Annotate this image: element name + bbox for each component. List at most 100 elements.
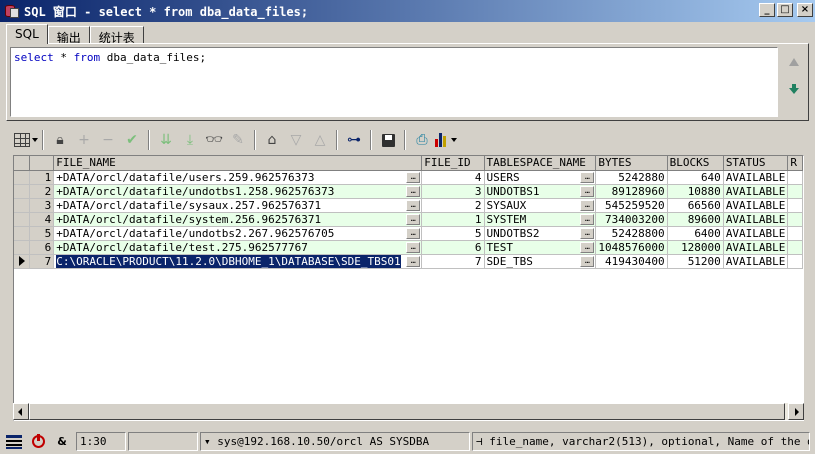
cell-bytes[interactable]: 545259520 bbox=[595, 198, 668, 213]
cell-file-id[interactable]: 6 bbox=[421, 240, 485, 255]
cell-tablespace-name[interactable]: SYSAUX… bbox=[484, 198, 597, 213]
output-toggle-button[interactable] bbox=[4, 432, 24, 452]
minimize-button[interactable]: _ bbox=[759, 3, 775, 17]
column-header-blocks[interactable]: BLOCKS bbox=[667, 156, 724, 171]
maximize-button[interactable]: □ bbox=[777, 3, 793, 17]
cell-editor-button[interactable]: … bbox=[580, 227, 595, 239]
scroll-left-button[interactable] bbox=[13, 403, 29, 420]
cell-editor-button[interactable]: … bbox=[406, 171, 421, 183]
row-indicator[interactable] bbox=[14, 212, 31, 227]
cell-r[interactable] bbox=[787, 212, 803, 227]
cell-editor-button[interactable]: … bbox=[406, 199, 421, 211]
close-button[interactable]: × bbox=[797, 3, 813, 17]
row-indicator[interactable] bbox=[14, 170, 31, 185]
row-indicator[interactable] bbox=[14, 226, 31, 241]
tab-sql[interactable]: SQL bbox=[6, 24, 48, 44]
table-row[interactable]: 2 +DATA/orcl/datafile/undotbs1.258.962576… bbox=[14, 184, 803, 199]
grid-view-button[interactable] bbox=[14, 128, 38, 152]
column-header-file-name[interactable]: FILE_NAME bbox=[53, 156, 423, 171]
previous-history-icon[interactable] bbox=[789, 58, 799, 66]
cell-r[interactable] bbox=[787, 198, 803, 213]
tab-output[interactable]: 输出 bbox=[47, 26, 90, 45]
cell-r[interactable] bbox=[787, 170, 803, 185]
cell-file-name[interactable]: +DATA/orcl/datafile/test.275.962577767… bbox=[53, 240, 423, 255]
column-header-r[interactable]: R bbox=[787, 156, 803, 171]
fetch-last-button[interactable]: ⤓ bbox=[178, 128, 202, 152]
tab-statistics[interactable]: 统计表 bbox=[89, 26, 144, 45]
export-button[interactable] bbox=[376, 128, 400, 152]
cell-file-name[interactable]: +DATA/orcl/datafile/system.256.962576371… bbox=[53, 212, 423, 227]
cell-file-name[interactable]: +DATA/orcl/datafile/undotbs1.258.9625763… bbox=[53, 184, 423, 199]
cell-tablespace-name[interactable]: SYSTEM… bbox=[484, 212, 597, 227]
cell-file-id[interactable]: 3 bbox=[421, 184, 485, 199]
cell-r[interactable] bbox=[787, 184, 803, 199]
cell-editor-button[interactable]: … bbox=[580, 213, 595, 225]
clear-button[interactable]: ✎ bbox=[226, 128, 250, 152]
cell-bytes[interactable]: 734003200 bbox=[595, 212, 668, 227]
chart-button[interactable] bbox=[434, 128, 458, 152]
table-row[interactable]: 6 +DATA/orcl/datafile/test.275.962577767…… bbox=[14, 240, 803, 255]
column-header-tablespace-name[interactable]: TABLESPACE_NAME bbox=[484, 156, 597, 171]
cell-status[interactable]: AVAILABLE bbox=[723, 226, 789, 241]
cell-editor-button[interactable]: … bbox=[580, 185, 595, 197]
delete-record-button[interactable]: − bbox=[96, 128, 120, 152]
cell-blocks[interactable]: 640 bbox=[667, 170, 724, 185]
fetch-next-button[interactable]: ⇊ bbox=[154, 128, 178, 152]
post-changes-button[interactable]: ✔ bbox=[120, 128, 144, 152]
column-header-bytes[interactable]: BYTES bbox=[595, 156, 668, 171]
cell-editor-button[interactable]: … bbox=[406, 227, 421, 239]
cell-r[interactable] bbox=[787, 254, 803, 269]
cell-tablespace-name[interactable]: UNDOTBS2… bbox=[484, 226, 597, 241]
cell-status[interactable]: AVAILABLE bbox=[723, 170, 789, 185]
row-indicator[interactable] bbox=[14, 254, 31, 269]
print-button[interactable]: ⎙ bbox=[410, 128, 434, 152]
cell-file-name[interactable]: +DATA/orcl/datafile/users.259.962576373… bbox=[53, 170, 423, 185]
cell-file-id[interactable]: 7 bbox=[421, 254, 485, 269]
substitution-indicator[interactable]: & bbox=[52, 432, 72, 452]
table-row[interactable]: 1 +DATA/orcl/datafile/users.259.962576373… bbox=[14, 170, 803, 185]
cell-editor-button[interactable]: … bbox=[580, 241, 595, 253]
cell-file-id[interactable]: 5 bbox=[421, 226, 485, 241]
cell-editor-button[interactable]: … bbox=[580, 199, 595, 211]
find-button[interactable]: 👓︎ bbox=[202, 128, 226, 152]
cell-editor-button[interactable]: … bbox=[406, 255, 421, 267]
sql-editor[interactable]: select * from dba_data_files; bbox=[10, 47, 778, 117]
cell-blocks[interactable]: 10880 bbox=[667, 184, 724, 199]
column-header-file-id[interactable]: FILE_ID bbox=[421, 156, 485, 171]
scroll-right-button[interactable] bbox=[788, 403, 804, 420]
cell-editor-button[interactable]: … bbox=[406, 213, 421, 225]
cell-tablespace-name[interactable]: SDE_TBS… bbox=[484, 254, 597, 269]
cell-blocks[interactable]: 51200 bbox=[667, 254, 724, 269]
break-button[interactable] bbox=[28, 432, 48, 452]
cell-editor-button[interactable]: … bbox=[580, 255, 595, 267]
cell-tablespace-name[interactable]: USERS… bbox=[484, 170, 597, 185]
table-row[interactable]: 4 +DATA/orcl/datafile/system.256.96257637… bbox=[14, 212, 803, 227]
lock-button[interactable]: 🔒︎ bbox=[48, 128, 72, 152]
row-indicator[interactable] bbox=[14, 198, 31, 213]
cell-file-id[interactable]: 4 bbox=[421, 170, 485, 185]
cell-status[interactable]: AVAILABLE bbox=[723, 240, 789, 255]
cell-bytes[interactable]: 89128960 bbox=[595, 184, 668, 199]
table-row[interactable]: 7 C:\ORACLE\PRODUCT\11.2.0\DBHOME_1\DATAB… bbox=[14, 254, 803, 269]
title-bar[interactable]: SQL 窗口 - select * from dba_data_files; _… bbox=[0, 0, 815, 22]
cell-bytes[interactable]: 1048576000 bbox=[595, 240, 668, 255]
cell-status[interactable]: AVAILABLE bbox=[723, 212, 789, 227]
cell-editor-button[interactable]: … bbox=[580, 171, 595, 183]
cell-editor-button[interactable]: … bbox=[406, 185, 421, 197]
cell-blocks[interactable]: 66560 bbox=[667, 198, 724, 213]
row-indicator[interactable] bbox=[14, 184, 31, 199]
cell-editor-button[interactable]: … bbox=[406, 241, 421, 253]
column-header-status[interactable]: STATUS bbox=[723, 156, 789, 171]
next-record-button[interactable]: △ bbox=[308, 128, 332, 152]
cell-file-name[interactable]: +DATA/orcl/datafile/sysaux.257.962576371… bbox=[53, 198, 423, 213]
table-row[interactable]: 5 +DATA/orcl/datafile/undotbs2.267.962576… bbox=[14, 226, 803, 241]
horizontal-scrollbar[interactable] bbox=[13, 403, 804, 420]
cell-file-id[interactable]: 2 bbox=[421, 198, 485, 213]
cell-bytes[interactable]: 419430400 bbox=[595, 254, 668, 269]
single-record-view-button[interactable]: ⊶ bbox=[342, 128, 366, 152]
result-grid[interactable]: FILE_NAME FILE_ID TABLESPACE_NAME BYTES … bbox=[13, 155, 804, 421]
cell-tablespace-name[interactable]: UNDOTBS1… bbox=[484, 184, 597, 199]
cell-blocks[interactable]: 128000 bbox=[667, 240, 724, 255]
previous-record-button[interactable]: ▽ bbox=[284, 128, 308, 152]
scroll-thumb[interactable] bbox=[29, 403, 785, 420]
